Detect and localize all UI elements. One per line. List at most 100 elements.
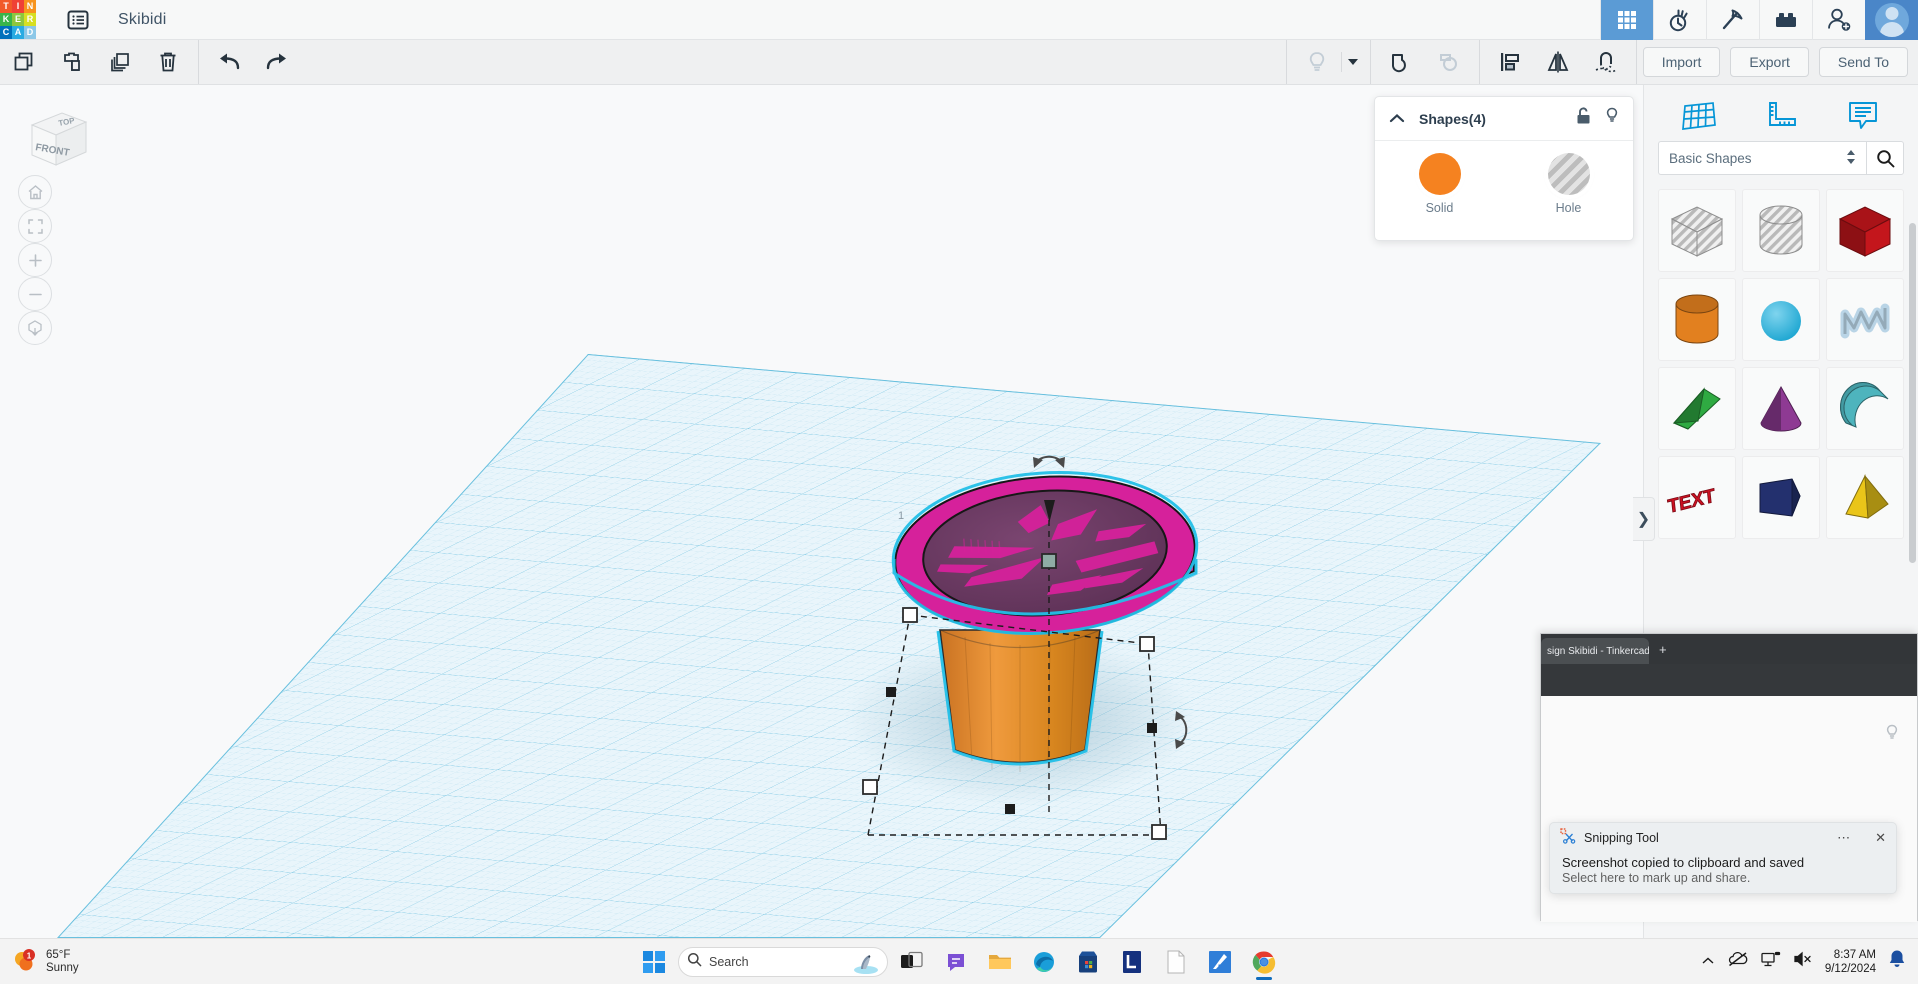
workplane-tab[interactable] (1671, 92, 1727, 140)
notification-more-button[interactable]: ⋯ (1837, 830, 1851, 846)
chat-icon[interactable] (936, 942, 976, 982)
ruler-tab[interactable] (1753, 92, 1809, 140)
search-input[interactable]: Search (678, 946, 888, 977)
taskbar-center: Search (634, 942, 1284, 982)
notification-subtitle: Select here to mark up and share. (1562, 871, 1751, 885)
text-shape[interactable]: TEXT (1658, 456, 1736, 539)
align-icon[interactable] (1486, 40, 1534, 84)
logo-tile-r-5: R (24, 12, 36, 26)
lego-brick-icon[interactable] (1759, 0, 1812, 40)
perspective-toggle-button[interactable] (18, 311, 52, 345)
start-button[interactable] (634, 942, 674, 982)
new-tab-button[interactable]: + (1659, 642, 1667, 657)
sphere-shape[interactable] (1742, 278, 1820, 361)
bell-icon[interactable] (1888, 949, 1906, 974)
cone-shape[interactable] (1742, 367, 1820, 450)
search-placeholder: Search (709, 954, 749, 969)
ungroup-icon[interactable] (1425, 40, 1473, 84)
shapes-popover-header: Shapes(4) (1375, 97, 1633, 141)
send-to-button[interactable]: Send To (1818, 47, 1908, 77)
cylinder-shape[interactable] (1658, 278, 1736, 361)
toolbar-divider-2 (1285, 40, 1287, 84)
toolbar-divider-5 (1635, 40, 1637, 84)
home-view-button[interactable] (18, 175, 52, 209)
edit-toolbar: Import Export Send To (0, 40, 1918, 85)
roof-shape[interactable] (1826, 367, 1904, 450)
fit-to-view-button[interactable] (18, 209, 52, 243)
hole-option[interactable]: Hole (1547, 153, 1590, 215)
pyramid-shape[interactable] (1826, 456, 1904, 539)
zoom-out-button[interactable] (18, 277, 52, 311)
note-tab[interactable] (1835, 92, 1891, 140)
group-icon[interactable] (1377, 40, 1425, 84)
notification-title: Screenshot copied to clipboard and saved (1562, 855, 1805, 870)
svg-text:1: 1 (898, 510, 904, 522)
wedge-shape[interactable] (1658, 367, 1736, 450)
copy-icon[interactable] (0, 40, 48, 84)
task-view-icon[interactable] (892, 942, 932, 982)
shapes-properties-popover: Shapes(4) Solid Hole (1374, 96, 1634, 241)
import-button[interactable]: Import (1642, 47, 1721, 77)
search-icon[interactable] (1866, 141, 1904, 175)
mirror-icon[interactable] (1534, 40, 1582, 84)
apps-grid-icon[interactable] (1600, 0, 1653, 40)
pickaxe-icon[interactable] (1706, 0, 1759, 40)
file-explorer-icon[interactable] (980, 942, 1020, 982)
lightshot-icon[interactable] (1112, 942, 1152, 982)
redo-icon[interactable] (253, 40, 301, 84)
tray-chevron-up-icon[interactable] (1701, 953, 1715, 971)
shape-category-select[interactable]: Basic Shapes (1658, 141, 1866, 175)
close-icon[interactable]: ✕ (1875, 830, 1886, 846)
panel-collapse-chevron-icon[interactable]: ❯ (1633, 497, 1655, 541)
lightbulb-icon[interactable] (1885, 724, 1899, 747)
undo-icon[interactable] (205, 40, 253, 84)
clock[interactable]: 8:37 AM 9/12/2024 (1825, 948, 1876, 976)
lightbulb-icon[interactable] (1293, 40, 1341, 84)
notepad-icon[interactable] (1156, 942, 1196, 982)
add-person-icon[interactable] (1812, 0, 1865, 40)
weather-temp: 65°F (46, 948, 71, 961)
chevron-down-icon[interactable] (1342, 40, 1364, 84)
box-shape[interactable] (1826, 189, 1904, 272)
volume-muted-icon[interactable] (1793, 951, 1813, 972)
chevron-up-icon[interactable] (1389, 110, 1405, 128)
stepper-arrows-icon (1846, 149, 1856, 168)
view-cube[interactable]: TOP FRONT (22, 105, 94, 177)
avatar[interactable] (1865, 0, 1918, 40)
cylinder-hole-shape[interactable] (1742, 189, 1820, 272)
autodesk-icon[interactable] (1200, 942, 1240, 982)
scribble-shape[interactable] (1826, 278, 1904, 361)
magnet-snap-icon[interactable] (1582, 40, 1630, 84)
network-icon[interactable] (1761, 951, 1781, 973)
hole-option-label: Hole (1555, 201, 1582, 215)
unlock-icon[interactable] (1576, 107, 1591, 130)
header-actions (1600, 0, 1918, 40)
hamburger-list-icon[interactable] (58, 0, 98, 40)
solid-option[interactable]: Solid (1418, 153, 1461, 215)
box-hole-shape[interactable] (1658, 189, 1736, 272)
weather-text: 65°F Sunny (46, 949, 79, 975)
export-button[interactable]: Export (1730, 47, 1809, 77)
zoom-in-button[interactable] (18, 243, 52, 277)
snipping-tool-icon (1560, 827, 1576, 849)
delete-icon[interactable] (144, 40, 192, 84)
onedrive-offline-icon[interactable] (1727, 951, 1749, 972)
polygon-shape[interactable] (1742, 456, 1820, 539)
logo-tile-k-3: K (0, 12, 12, 26)
edge-icon[interactable] (1024, 942, 1064, 982)
lightbulb-icon[interactable] (1605, 107, 1619, 130)
notification-header: Snipping Tool ⋯ ✕ (1550, 823, 1896, 853)
browser-tab[interactable]: sign Skibidi - Tinkercad × (1541, 638, 1649, 664)
svg-text:TEXT: TEXT (1667, 485, 1717, 518)
weather-widget[interactable]: 1 65°F Sunny (0, 948, 220, 975)
snipping-tool-notification[interactable]: Snipping Tool ⋯ ✕ Screenshot copied to c… (1549, 822, 1897, 894)
paste-icon[interactable] (48, 40, 96, 84)
hand-clock-icon[interactable] (1653, 0, 1706, 40)
clock-date: 9/12/2024 (1824, 962, 1876, 975)
copilot-icon[interactable] (851, 951, 881, 976)
chrome-icon[interactable] (1244, 942, 1284, 982)
microsoft-store-icon[interactable] (1068, 942, 1108, 982)
library-scrollbar[interactable] (1909, 223, 1916, 563)
tinkercad-logo[interactable]: TINKERCAD (0, 0, 36, 40)
duplicate-icon[interactable] (96, 40, 144, 84)
